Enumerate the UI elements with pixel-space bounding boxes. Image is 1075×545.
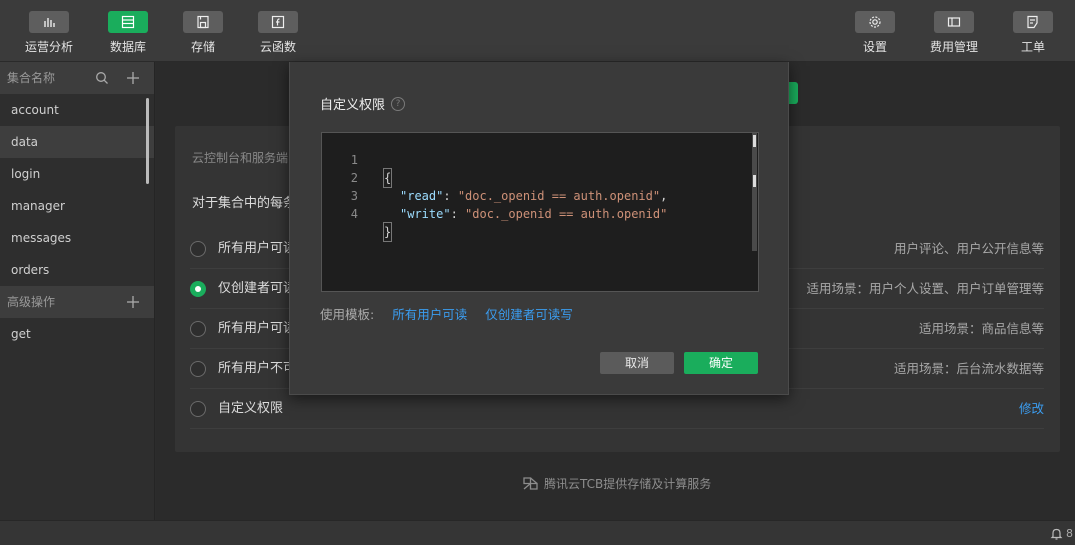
permission-option-4[interactable]: 自定义权限 修改 bbox=[190, 389, 1044, 429]
code-open-brace: { bbox=[382, 168, 393, 188]
option-scene: 适用场景：用户个人设置、用户订单管理等 bbox=[806, 281, 1044, 296]
add-collection-icon[interactable] bbox=[123, 62, 143, 94]
collections-header-label: 集合名称 bbox=[7, 71, 56, 85]
tencent-cloud-logo-icon bbox=[523, 477, 538, 490]
code-write-value: "doc._openid == auth.openid" bbox=[465, 207, 668, 221]
database-icon bbox=[108, 11, 148, 33]
panel-intro: 对于集合中的每条 bbox=[192, 196, 297, 211]
search-icon[interactable] bbox=[92, 62, 112, 94]
line-number: 4 bbox=[350, 207, 358, 221]
editor-scrollbar-marker bbox=[753, 175, 756, 187]
option-scene: 用户评论、用户公开信息等 bbox=[893, 241, 1044, 256]
sidebar-scrollbar[interactable] bbox=[146, 98, 149, 184]
code-read-key: "read" bbox=[400, 189, 444, 203]
option-scene: 适用场景：商品信息等 bbox=[918, 321, 1044, 336]
radio-button[interactable] bbox=[190, 401, 206, 417]
collections-header: 集合名称 bbox=[0, 62, 154, 94]
radio-button[interactable] bbox=[190, 241, 206, 257]
code-close-brace: } bbox=[382, 222, 393, 242]
toolbar-ticket-label: 工单 bbox=[1020, 40, 1045, 54]
template-row: 使用模板: 所有用户可读 仅创建者可读写 bbox=[320, 304, 573, 323]
panel-description: 云控制台和服务端 bbox=[192, 151, 289, 165]
ticket-icon bbox=[1013, 11, 1053, 33]
toolbar-billing-button[interactable]: 费用管理 bbox=[922, 11, 986, 57]
editor-scrollbar[interactable] bbox=[752, 133, 757, 251]
bell-icon bbox=[1050, 528, 1063, 540]
add-advanced-icon[interactable] bbox=[123, 286, 143, 318]
json-code-editor[interactable]: 1 { 2 "read": "doc._openid == auth.openi… bbox=[321, 132, 759, 292]
gear-icon bbox=[855, 11, 895, 33]
toolbar-database-button[interactable]: 数据库 bbox=[96, 11, 160, 57]
confirm-button[interactable]: 确定 bbox=[684, 352, 758, 374]
editor-scrollbar-thumb[interactable] bbox=[753, 135, 756, 147]
toolbar-storage-label: 存储 bbox=[190, 40, 215, 54]
collection-item-account[interactable]: account bbox=[0, 94, 154, 126]
toolbar-cloud-function-label: 云函数 bbox=[259, 40, 296, 54]
toolbar-analytics-button[interactable]: 运营分析 bbox=[17, 11, 81, 57]
billing-icon bbox=[934, 11, 974, 33]
option-label: 所有用户可读 bbox=[218, 241, 297, 256]
code-write-key: "write" bbox=[400, 207, 451, 221]
advanced-header: 高级操作 bbox=[0, 286, 154, 318]
toolbar-cloud-function-button[interactable]: 云函数 bbox=[246, 11, 310, 57]
advanced-item-get[interactable]: get bbox=[0, 318, 154, 350]
toolbar-settings-button[interactable]: 设置 bbox=[843, 11, 907, 57]
top-toolbar: 运营分析 数据库 存储 云函数 设置 费用管理 工单 bbox=[0, 0, 1075, 62]
collection-item-data[interactable]: data bbox=[0, 126, 154, 158]
toolbar-storage-button[interactable]: 存储 bbox=[171, 11, 235, 57]
option-label: 所有用户不可 bbox=[218, 361, 297, 376]
radio-button[interactable] bbox=[190, 321, 206, 337]
cancel-button[interactable]: 取消 bbox=[600, 352, 674, 374]
edit-custom-permission-link[interactable]: 修改 bbox=[1019, 389, 1044, 429]
option-label: 自定义权限 bbox=[218, 401, 284, 416]
code-read-value: "doc._openid == auth.openid" bbox=[457, 189, 661, 203]
option-label: 仅创建者可读 bbox=[218, 281, 297, 296]
collection-item-manager[interactable]: manager bbox=[0, 190, 154, 222]
toolbar-database-label: 数据库 bbox=[109, 40, 146, 54]
template-all-users-readable-link[interactable]: 所有用户可读 bbox=[392, 307, 467, 322]
notification-indicator[interactable]: 8 bbox=[1050, 521, 1073, 545]
footer-text: 腾讯云TCB提供存储及计算服务 bbox=[544, 477, 712, 491]
collection-item-login[interactable]: login bbox=[0, 158, 154, 190]
dialog-title: 自定义权限 ? bbox=[320, 94, 406, 113]
notification-count: 8 bbox=[1066, 527, 1073, 540]
toolbar-settings-label: 设置 bbox=[862, 40, 887, 54]
custom-permission-dialog: 自定义权限 ? 1 { 2 "read": "doc._openid == au… bbox=[289, 62, 789, 395]
toolbar-billing-label: 费用管理 bbox=[929, 40, 978, 54]
devtools-window: 运营分析 数据库 存储 云函数 设置 费用管理 工单 集合名称 account … bbox=[0, 0, 1075, 545]
function-icon bbox=[258, 11, 298, 33]
dialog-title-text: 自定义权限 bbox=[320, 98, 386, 113]
chart-icon bbox=[29, 11, 69, 33]
template-label: 使用模板: bbox=[320, 307, 375, 322]
footer-credit: 腾讯云TCB提供存储及计算服务 bbox=[522, 475, 711, 492]
option-scene: 适用场景：后台流水数据等 bbox=[893, 361, 1044, 376]
template-creator-read-write-link[interactable]: 仅创建者可读写 bbox=[485, 307, 573, 322]
partially-hidden-action-button[interactable] bbox=[788, 82, 798, 104]
radio-button-checked[interactable] bbox=[190, 281, 206, 297]
advanced-header-label: 高级操作 bbox=[7, 295, 56, 309]
collection-sidebar: 集合名称 account data login manager messages… bbox=[0, 62, 155, 520]
collection-item-messages[interactable]: messages bbox=[0, 222, 154, 254]
toolbar-ticket-button[interactable]: 工单 bbox=[1001, 11, 1065, 57]
radio-button[interactable] bbox=[190, 361, 206, 377]
save-icon bbox=[183, 11, 223, 33]
help-icon[interactable]: ? bbox=[391, 96, 406, 111]
toolbar-analytics-label: 运营分析 bbox=[24, 40, 73, 54]
option-label: 所有用户可读 bbox=[218, 321, 297, 336]
collection-item-orders[interactable]: orders bbox=[0, 254, 154, 286]
status-bar: 8 bbox=[0, 520, 1075, 545]
